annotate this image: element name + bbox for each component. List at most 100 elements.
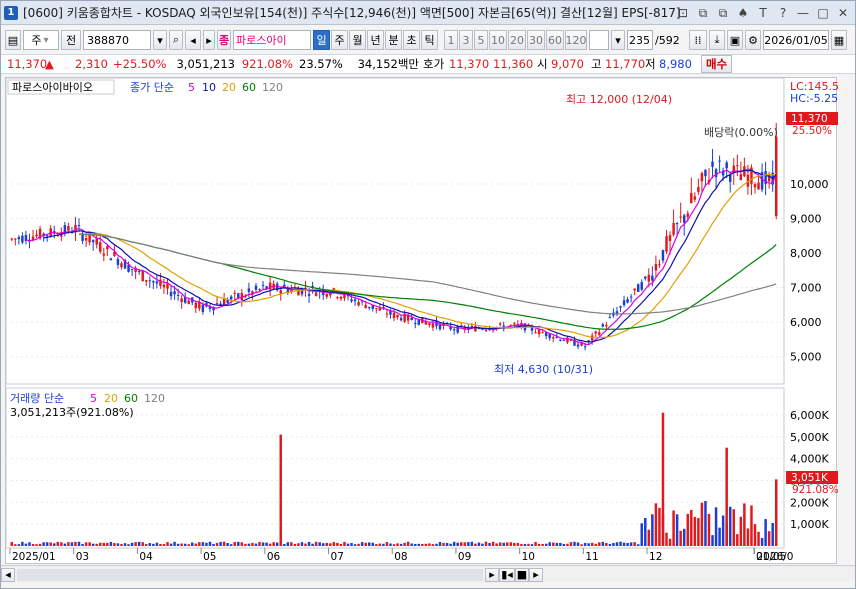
- date-label: 01/05: [756, 551, 786, 563]
- minute-tab-20[interactable]: 20: [508, 30, 526, 50]
- volume-bar: [244, 543, 247, 546]
- volume-bar: [254, 543, 258, 546]
- candle-body: [697, 187, 700, 192]
- volume-bar: [569, 542, 573, 546]
- minute-tab-120[interactable]: 120: [565, 30, 587, 50]
- volume-bar: [474, 543, 477, 546]
- period-tab-3[interactable]: 년: [367, 30, 384, 50]
- list-icon[interactable]: ▤: [5, 30, 21, 50]
- minute-dropdown[interactable]: ▾: [611, 30, 625, 50]
- volume-bar: [371, 542, 375, 546]
- count-total: /592: [655, 33, 680, 47]
- minute-tab-30[interactable]: 30: [527, 30, 545, 50]
- volume-bar: [350, 542, 353, 546]
- volume-bar: [332, 542, 336, 546]
- volume-bar: [21, 541, 24, 546]
- volume-bar: [608, 543, 612, 546]
- volume-bar: [336, 542, 339, 546]
- period-tab-5[interactable]: 초: [403, 30, 420, 50]
- stop-icon[interactable]: ■: [515, 567, 529, 582]
- quote-open: 9,070: [551, 57, 584, 71]
- period-tab-4[interactable]: 분: [385, 30, 402, 50]
- minute-tab-1[interactable]: 1: [444, 30, 458, 50]
- candle-body: [91, 240, 95, 243]
- download-icon[interactable]: ⤓: [709, 30, 725, 50]
- candle-body: [484, 329, 488, 331]
- period-tab-0[interactable]: 일: [313, 30, 330, 50]
- volume-bar: [99, 542, 102, 546]
- tile-icon[interactable]: ⧉: [715, 5, 731, 21]
- expand-icon[interactable]: ▸: [203, 30, 215, 50]
- volume-bar: [435, 543, 438, 546]
- gear-icon[interactable]: ⚙: [745, 30, 761, 50]
- volume-bar: [360, 542, 364, 546]
- minute-tab-5[interactable]: 5: [474, 30, 488, 50]
- play-icon[interactable]: ▸: [529, 567, 543, 582]
- volume-bar: [470, 541, 474, 546]
- candle-body: [587, 340, 590, 342]
- scroll-track[interactable]: [17, 568, 483, 581]
- search-icon[interactable]: ⌕: [169, 30, 183, 50]
- minute-tab-60[interactable]: 60: [546, 30, 564, 50]
- volume-bar: [17, 544, 21, 546]
- close-icon[interactable]: ✕: [835, 5, 851, 21]
- minimize-icon[interactable]: —: [795, 5, 811, 21]
- volume-bar: [693, 516, 697, 546]
- volume-bar: [116, 543, 120, 546]
- date-input[interactable]: 2026/01/05: [763, 30, 829, 50]
- volume-bar: [353, 544, 357, 546]
- candle-body: [173, 291, 176, 295]
- volume-bar: [31, 543, 35, 546]
- chart-svg[interactable]: 5,000 6,000 7,000 8,000 9,000 10,000 6,000K 5,…: [5, 77, 846, 565]
- help-icon[interactable]: ?: [775, 5, 791, 21]
- candle-body: [155, 281, 159, 284]
- count-input[interactable]: 235: [627, 30, 653, 50]
- candle-body: [314, 292, 318, 297]
- code-input[interactable]: 388870: [83, 30, 151, 50]
- volume-bar: [155, 542, 159, 546]
- first-icon[interactable]: ▮◂: [499, 567, 515, 582]
- market-select[interactable]: 주 ▾: [23, 30, 59, 50]
- scroll-left-icon[interactable]: ◂: [1, 567, 15, 582]
- period-tab-6[interactable]: 틱: [421, 30, 438, 50]
- link-icon[interactable]: ⊡: [675, 5, 691, 21]
- volume-bar: [513, 543, 516, 546]
- volume-bar: [491, 541, 495, 546]
- period-tab-2[interactable]: 월: [349, 30, 366, 50]
- chart-area[interactable]: 5,000 6,000 7,000 8,000 9,000 10,000 6,000K 5,…: [5, 77, 846, 565]
- chart-scrollbar[interactable]: ◂ ▸ ▮◂ ■ ▸: [1, 565, 855, 583]
- volume-bar: [421, 543, 424, 546]
- scroll-right-icon[interactable]: ▸: [485, 567, 499, 582]
- spade-icon[interactable]: ♠: [735, 5, 751, 21]
- period-tab-1[interactable]: 주: [331, 30, 348, 50]
- volume-bar: [283, 543, 286, 546]
- candle-body: [10, 238, 14, 240]
- volume-bar: [67, 542, 70, 546]
- font-icon[interactable]: T: [755, 5, 771, 21]
- volume-bar: [137, 541, 141, 546]
- volume-bar: [544, 543, 548, 546]
- volume-bar: [697, 518, 700, 546]
- volume-bar: [428, 543, 431, 546]
- prev-button[interactable]: 전: [61, 30, 81, 50]
- quote-amount: 34,152백만: [357, 57, 419, 71]
- calendar-icon[interactable]: ▦: [831, 30, 847, 50]
- maximize-icon[interactable]: □: [815, 5, 831, 21]
- minute-tab-3[interactable]: 3: [459, 30, 473, 50]
- volume-bar: [520, 544, 523, 546]
- volume-today: 3,051,213주(921.08%): [10, 406, 134, 419]
- speaker-icon[interactable]: ◂: [185, 30, 201, 50]
- ma-60: 60: [242, 81, 256, 94]
- stock-tag[interactable]: 종: [217, 30, 231, 50]
- grid-icon[interactable]: ⁞⁞: [689, 30, 707, 50]
- volume-bar: [718, 527, 721, 546]
- stock-name-field[interactable]: 파로스아이: [233, 30, 311, 50]
- code-dropdown[interactable]: ▾: [153, 30, 167, 50]
- minute-input[interactable]: [589, 30, 609, 50]
- copy-icon[interactable]: ⧉: [695, 5, 711, 21]
- buy-button[interactable]: 매수: [701, 55, 733, 73]
- candle-body: [576, 344, 580, 347]
- minute-tab-10[interactable]: 10: [489, 30, 507, 50]
- candle-body: [739, 174, 743, 181]
- save-icon[interactable]: ▣: [727, 30, 743, 50]
